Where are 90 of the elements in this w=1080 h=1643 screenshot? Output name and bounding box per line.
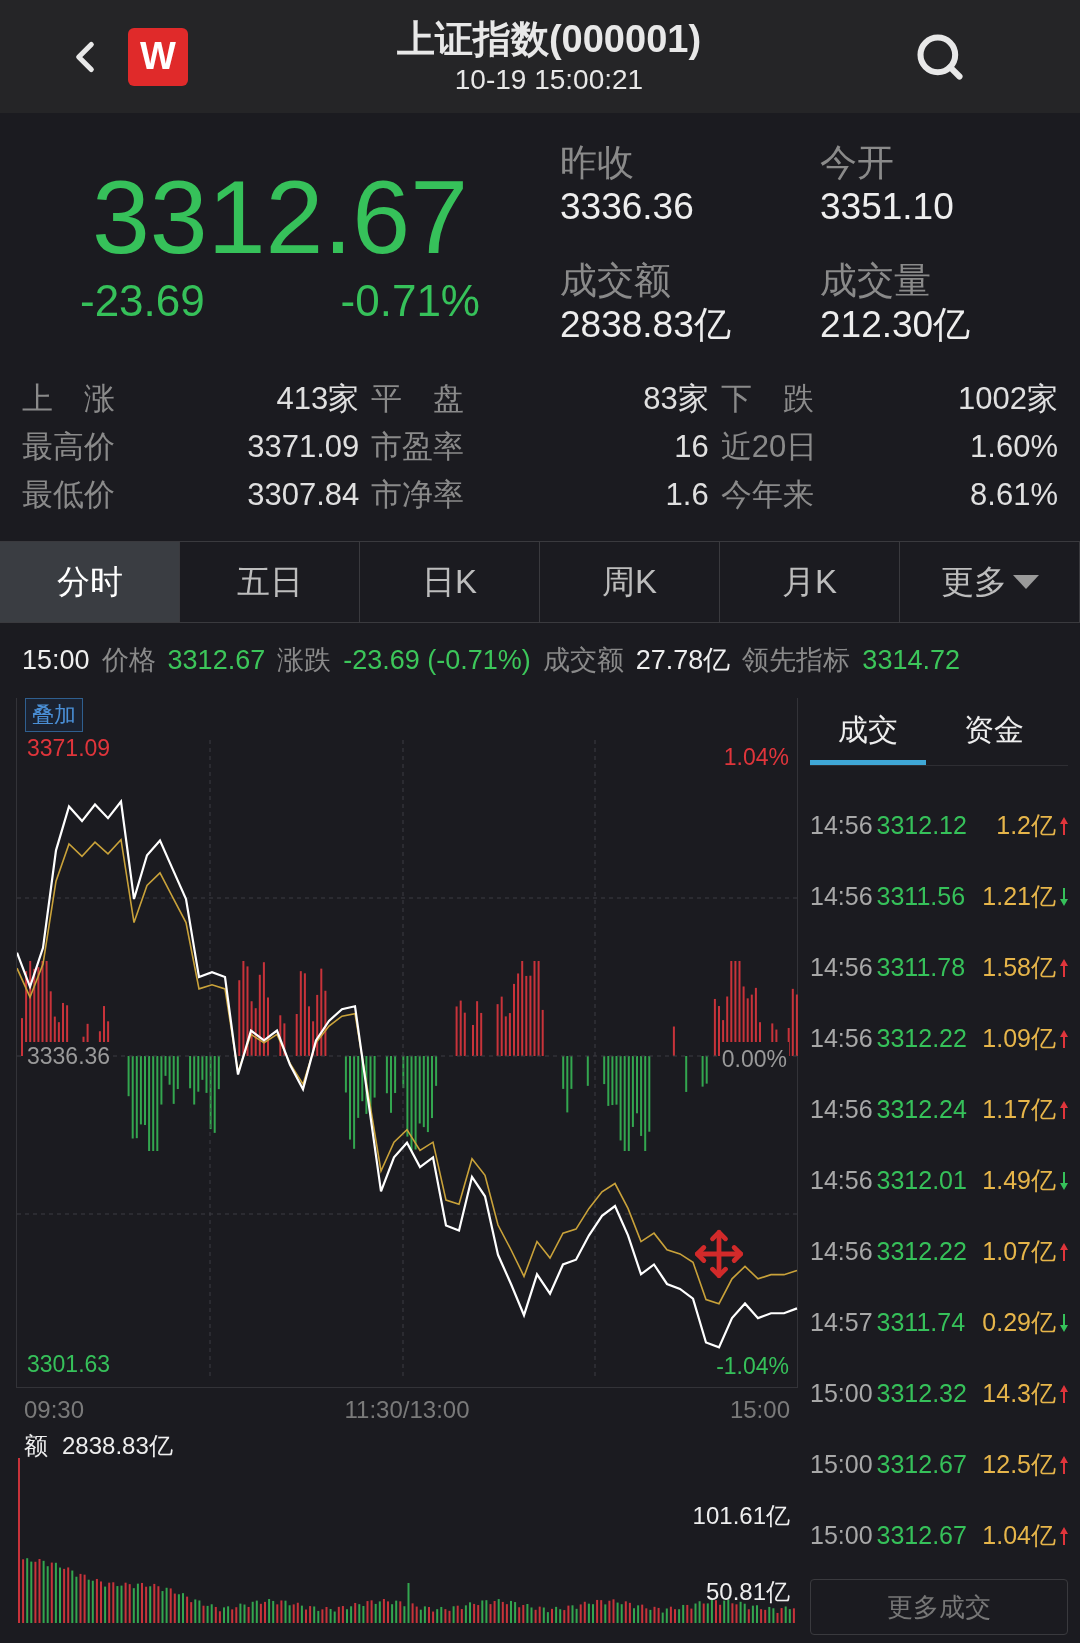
time-label: 09:30 xyxy=(24,1395,85,1425)
time-label: 15:00 xyxy=(729,1395,790,1425)
stat-label: 昨收 xyxy=(560,141,635,185)
window-title: 上证指数(000001) xyxy=(396,16,702,62)
stat-value: 16 xyxy=(674,427,709,466)
trade-time: 14:57 xyxy=(810,1306,873,1338)
trade-price: 3312.22 xyxy=(876,1235,967,1267)
trade-price: 3312.67 xyxy=(876,1448,967,1480)
stat-value: 1.60% xyxy=(970,427,1058,466)
trade-amount: 12.5亿 xyxy=(982,1448,1056,1480)
stat-label: 上 涨 xyxy=(22,379,115,418)
trade-time: 14:56 xyxy=(810,1093,873,1125)
time-label: 11:30/13:00 xyxy=(344,1395,470,1425)
trade-price: 3311.78 xyxy=(876,951,966,983)
trade-price: 3312.24 xyxy=(876,1093,967,1125)
trade-price: 3311.74 xyxy=(876,1306,966,1338)
trade-time: 14:56 xyxy=(810,880,873,912)
axis-label: 101.61亿 xyxy=(692,1501,790,1531)
trade-amount: 1.49亿 xyxy=(982,1164,1056,1196)
trade-price: 3311.56 xyxy=(876,880,966,912)
stat-value: 212.30亿 xyxy=(820,303,972,347)
info-label: 价格 xyxy=(101,644,156,678)
stat-label: 最低价 xyxy=(22,475,115,514)
trade-time: 14:56 xyxy=(810,1235,873,1267)
move-icon xyxy=(693,1228,745,1280)
trade-price: 3312.67 xyxy=(876,1519,967,1551)
trade-price: 3312.32 xyxy=(876,1377,967,1409)
info-value: 3312.67 xyxy=(167,644,266,678)
info-value: 3314.72 xyxy=(862,644,960,678)
stat-value: 413家 xyxy=(276,379,360,418)
stat-value: 2838.83亿 xyxy=(560,303,732,347)
info-value: 27.78亿 xyxy=(635,644,731,678)
trade-time: 15:00 xyxy=(810,1377,873,1409)
stat-label: 成交量 xyxy=(820,259,932,303)
info-label: 领先指标 xyxy=(742,644,851,678)
stat-label: 平 盘 xyxy=(371,379,465,418)
trade-time: 14:56 xyxy=(810,1022,873,1054)
stat-value: 8.61% xyxy=(970,475,1058,514)
volume-label: 额 xyxy=(24,1431,48,1461)
axis-label: -1.04% xyxy=(716,1351,789,1381)
stat-value: 3351.10 xyxy=(820,185,955,229)
trade-amount: 1.17亿 xyxy=(982,1093,1056,1125)
trade-amount: 14.3亿 xyxy=(982,1377,1056,1409)
trade-time: 15:00 xyxy=(810,1448,873,1480)
info-label: 成交额 xyxy=(542,644,624,678)
info-value: -23.69 (-0.71%) xyxy=(343,644,531,678)
stat-value: 3336.36 xyxy=(560,185,695,229)
app-logo: W xyxy=(128,27,188,86)
axis-label: 50.81亿 xyxy=(705,1577,790,1607)
panel-tab[interactable]: 资金 xyxy=(936,698,1052,765)
stat-label: 今年来 xyxy=(720,475,814,514)
stat-label: 成交额 xyxy=(560,259,672,303)
stat-label: 市净率 xyxy=(371,475,465,514)
panel-tab[interactable]: 成交 xyxy=(810,698,926,765)
trade-amount: 1.04亿 xyxy=(982,1519,1056,1551)
stat-label: 今开 xyxy=(820,141,895,185)
stat-value: 83家 xyxy=(643,379,709,418)
trade-time: 14:56 xyxy=(810,1164,873,1196)
volume-total: 2838.83亿 xyxy=(62,1431,173,1461)
stat-label: 近20日 xyxy=(720,427,818,466)
stat-value: 3307.84 xyxy=(247,475,360,514)
stat-value: 1.6 xyxy=(665,475,709,514)
stat-value: 1002家 xyxy=(958,379,1058,418)
chart-tab[interactable]: 分时 xyxy=(0,542,180,622)
price-change: -23.69 xyxy=(80,275,205,327)
more-trades-button[interactable]: 更多成交 xyxy=(810,1579,1068,1635)
stat-label: 最高价 xyxy=(22,427,115,466)
caret-icon xyxy=(1012,575,1039,589)
trade-time: 14:56 xyxy=(810,951,873,983)
stat-value: 3371.09 xyxy=(247,427,360,466)
index-price: 3312.67 xyxy=(92,161,468,273)
stat-label: 市盈率 xyxy=(371,427,465,466)
trade-price: 3312.01 xyxy=(876,1164,967,1196)
axis-label: 1.04% xyxy=(723,743,789,772)
overlay-button[interactable]: 叠加 xyxy=(25,698,83,732)
timestamp: 10-19 15:00:21 xyxy=(454,62,644,97)
trade-amount: 0.29亿 xyxy=(982,1306,1056,1338)
trade-amount: 1.21亿 xyxy=(982,880,1056,912)
trade-amount: 1.58亿 xyxy=(982,951,1056,983)
info-label: 涨跌 xyxy=(277,644,332,678)
info-time: 15:00 xyxy=(22,644,90,678)
trade-price: 3312.12 xyxy=(876,809,967,841)
trade-time: 15:00 xyxy=(810,1519,873,1551)
trade-amount: 1.2亿 xyxy=(996,809,1056,841)
stat-label: 下 跌 xyxy=(720,379,814,418)
trade-amount: 1.09亿 xyxy=(982,1022,1056,1054)
trade-price: 3312.22 xyxy=(876,1022,967,1054)
trade-time: 14:56 xyxy=(810,809,873,841)
trade-amount: 1.07亿 xyxy=(982,1235,1056,1267)
percent-change: -0.71% xyxy=(340,275,480,327)
